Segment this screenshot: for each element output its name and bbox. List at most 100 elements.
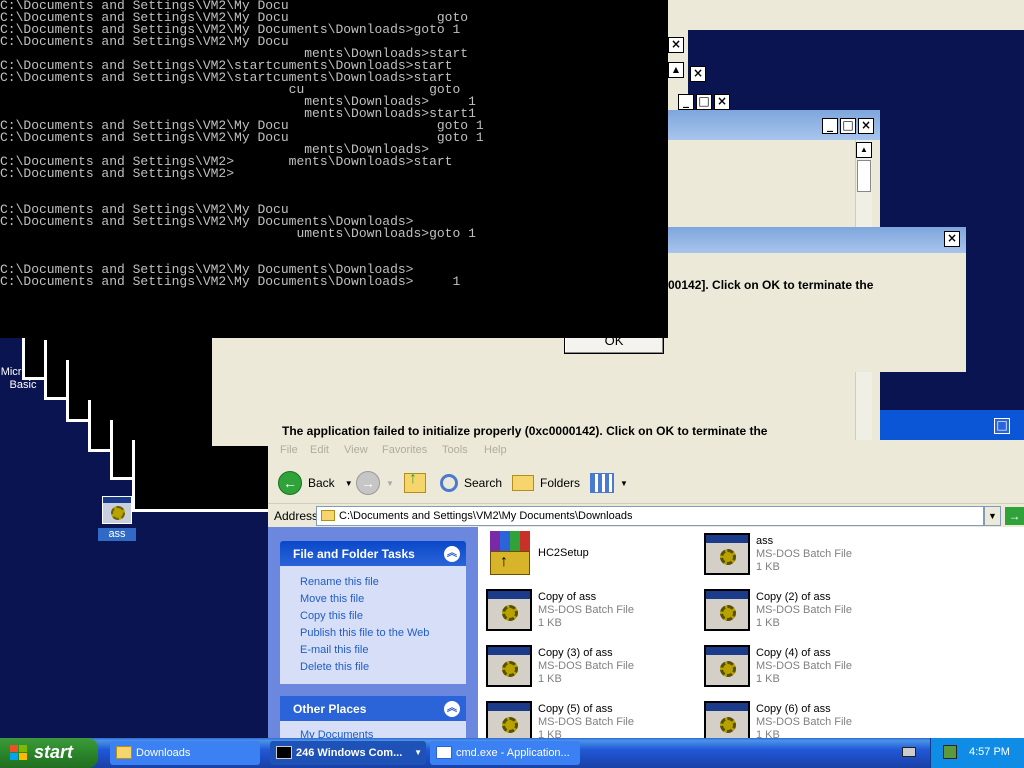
- start-button[interactable]: start: [0, 738, 98, 768]
- batch-file-icon: [704, 645, 750, 687]
- winrar-archive-icon: ↑: [486, 531, 532, 577]
- address-input[interactable]: C:\Documents and Settings\VM2\My Documen…: [316, 506, 984, 526]
- file-type: MS-DOS Batch File: [538, 660, 634, 672]
- close-icon[interactable]: ×: [714, 94, 730, 110]
- folders-icon: [512, 475, 534, 491]
- forward-arrow-icon: →: [356, 471, 380, 495]
- file-item-hc2setup[interactable]: ↑ HC2Setup: [482, 531, 702, 581]
- task-cmd-application-error[interactable]: cmd.exe - Application...: [430, 741, 580, 765]
- close-icon[interactable]: ×: [668, 37, 684, 53]
- toolbar: ← Back ▼ → ▼ ↑ Search Folders ▼: [268, 462, 1024, 502]
- go-button[interactable]: →: [1005, 507, 1024, 525]
- task-copy-link[interactable]: Copy this file: [300, 608, 466, 625]
- cmd-icon: [276, 746, 292, 759]
- menu-file[interactable]: File: [280, 444, 298, 456]
- views-button[interactable]: ▼: [590, 470, 628, 496]
- file-type: MS-DOS Batch File: [538, 716, 634, 728]
- chevron-down-icon[interactable]: ▼: [386, 479, 394, 488]
- maximize-icon[interactable]: □: [840, 118, 856, 134]
- file-item-ass[interactable]: ass MS-DOS Batch File 1 KB: [700, 531, 920, 581]
- window-icon: [436, 746, 452, 759]
- file-item-copy-4-of-ass[interactable]: Copy (4) of ass MS-DOS Batch File 1 KB: [700, 643, 920, 693]
- batch-file-icon: [704, 533, 750, 575]
- keyboard-icon[interactable]: [902, 747, 916, 757]
- file-name: Copy (2) of ass: [756, 591, 831, 603]
- task-delete-link[interactable]: Delete this file: [300, 659, 466, 676]
- panel-header[interactable]: File and Folder Tasks ︽: [280, 541, 466, 566]
- scroll-up-icon[interactable]: ▲: [668, 62, 684, 78]
- file-name: Copy (4) of ass: [756, 647, 831, 659]
- folder-icon: [116, 746, 132, 759]
- address-bar: Address C:\Documents and Settings\VM2\My…: [268, 503, 1024, 527]
- file-item-copy-3-of-ass[interactable]: Copy (3) of ass MS-DOS Batch File 1 KB: [482, 643, 702, 693]
- task-rename-link[interactable]: Rename this file: [300, 574, 466, 591]
- search-button[interactable]: Search: [440, 470, 502, 496]
- taskbar: start Downloads 246 Windows Com... ▼ cmd…: [0, 738, 1024, 768]
- task-windows-command-group[interactable]: 246 Windows Com... ▼: [270, 741, 426, 765]
- back-label: Back: [308, 476, 335, 490]
- close-icon[interactable]: ×: [690, 66, 706, 82]
- file-type: MS-DOS Batch File: [756, 660, 852, 672]
- task-move-link[interactable]: Move this file: [300, 591, 466, 608]
- chevron-down-icon[interactable]: ▼: [620, 479, 628, 488]
- menu-favorites[interactable]: Favorites: [382, 444, 427, 456]
- up-folder-button[interactable]: ↑: [404, 470, 426, 496]
- batch-file-icon: [704, 701, 750, 740]
- up-folder-icon: ↑: [404, 470, 426, 493]
- views-icon: [590, 473, 614, 493]
- file-item-copy-of-ass[interactable]: Copy of ass MS-DOS Batch File 1 KB: [482, 587, 702, 637]
- back-button[interactable]: ← Back ▼: [278, 470, 353, 496]
- file-list: ↑ HC2Setup ass MS-DOS Batch File 1 KB Co…: [478, 527, 1024, 740]
- menu-bar: File Edit View Favorites Tools Help: [268, 440, 1024, 460]
- file-item-copy-2-of-ass[interactable]: Copy (2) of ass MS-DOS Batch File 1 KB: [700, 587, 920, 637]
- task-downloads[interactable]: Downloads: [110, 741, 260, 765]
- batch-file-icon: [102, 496, 132, 524]
- chevron-down-icon[interactable]: ▼: [345, 479, 353, 488]
- menu-edit[interactable]: Edit: [310, 444, 329, 456]
- file-size: 1 KB: [756, 561, 780, 573]
- ghost-window-strip: [668, 0, 1024, 30]
- menu-view[interactable]: View: [344, 444, 368, 456]
- minimize-icon[interactable]: _: [678, 94, 694, 110]
- search-icon: [440, 474, 458, 492]
- file-item-copy-6-of-ass[interactable]: Copy (6) of ass MS-DOS Batch File 1 KB: [700, 699, 920, 740]
- cmd-window[interactable]: C:\Documents and Settings\VM2\My Docu C:…: [0, 0, 668, 338]
- address-dropdown-button[interactable]: ▼: [984, 506, 1001, 526]
- file-name: HC2Setup: [538, 547, 589, 559]
- task-email-link[interactable]: E-mail this file: [300, 642, 466, 659]
- desktop-icon-label: ass: [98, 528, 136, 541]
- scroll-thumb[interactable]: [857, 160, 871, 192]
- file-size: 1 KB: [756, 673, 780, 685]
- file-name: Copy (3) of ass: [538, 647, 613, 659]
- minimize-icon[interactable]: _: [822, 118, 838, 134]
- file-size: 1 KB: [756, 617, 780, 629]
- address-label: Address: [274, 509, 319, 523]
- network-icon[interactable]: [943, 745, 957, 759]
- task-publish-link[interactable]: Publish this file to the Web: [300, 625, 466, 642]
- menu-help[interactable]: Help: [484, 444, 507, 456]
- explorer-title-strip: □: [880, 410, 1024, 440]
- desktop-icon-ass[interactable]: ass: [98, 496, 136, 541]
- close-icon[interactable]: ×: [858, 118, 874, 134]
- maximize-icon[interactable]: □: [696, 94, 712, 110]
- file-item-copy-5-of-ass[interactable]: Copy (5) of ass MS-DOS Batch File 1 KB: [482, 699, 702, 740]
- menu-tools[interactable]: Tools: [442, 444, 468, 456]
- folders-button[interactable]: Folders: [512, 470, 580, 496]
- other-places-panel: Other Places ︽ My Documents: [280, 696, 466, 740]
- close-icon[interactable]: ×: [944, 231, 960, 247]
- scroll-up-icon[interactable]: ▲: [856, 142, 872, 158]
- file-type: MS-DOS Batch File: [756, 716, 852, 728]
- error-message: The application failed to initialize pro…: [282, 424, 768, 438]
- address-value: C:\Documents and Settings\VM2\My Documen…: [339, 510, 633, 522]
- batch-file-icon: [704, 589, 750, 631]
- search-label: Search: [464, 476, 503, 490]
- clock[interactable]: 4:57 PM: [969, 746, 1010, 758]
- maximize-icon[interactable]: □: [994, 418, 1010, 434]
- panel-header[interactable]: Other Places ︽: [280, 696, 466, 721]
- windows-logo-icon: [10, 745, 28, 761]
- forward-button[interactable]: → ▼: [356, 470, 394, 496]
- back-arrow-icon: ←: [278, 471, 302, 495]
- collapse-chevron-icon[interactable]: ︽: [444, 701, 460, 717]
- task-label: Downloads: [136, 747, 191, 759]
- collapse-chevron-icon[interactable]: ︽: [444, 546, 460, 562]
